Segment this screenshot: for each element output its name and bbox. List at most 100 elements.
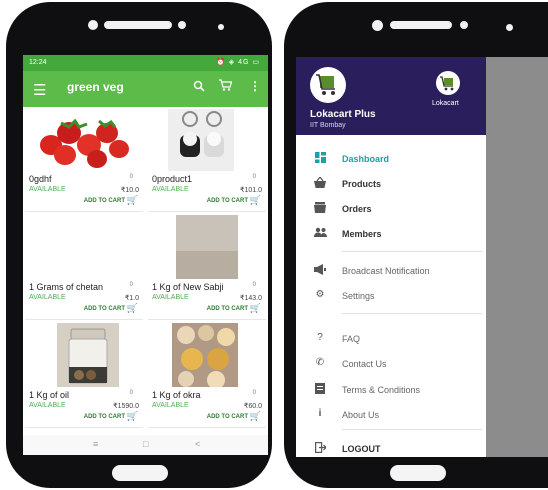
drawer-menu: Dashboard Products Orders Members Broadc… — [296, 135, 486, 457]
menu-icon[interactable]: ☰ — [33, 81, 46, 99]
oil-jar-image — [57, 323, 119, 387]
menu-label: Members — [342, 229, 382, 239]
product-price: ₹101.0 — [240, 187, 262, 194]
product-count: 0 — [252, 174, 256, 180]
org-avatar[interactable] — [310, 67, 346, 103]
product-price: ₹60.0 — [243, 403, 262, 410]
menu-label: Products — [342, 179, 382, 189]
product-price: ₹10.0 — [120, 187, 139, 194]
product-card[interactable]: 0product1 0 AVAILABLE ₹101.0 ADD TO CART… — [148, 107, 266, 212]
app-screen-drawer: Lokacart Lokacart Plus IIT Bombay Dashbo… — [296, 57, 548, 457]
org-name: Lokacart Plus — [310, 109, 376, 120]
menu-label: Contact Us — [342, 359, 387, 369]
recent-apps-button[interactable]: ≡ — [93, 439, 98, 449]
status-icons: ⏰ ◈ 4G ▭ — [216, 59, 260, 66]
drawer-scrim[interactable] — [486, 57, 548, 457]
org-subtitle: IIT Bombay — [310, 122, 346, 129]
menu-item-orders[interactable]: Orders — [296, 199, 486, 219]
more-options-icon[interactable]: ⋮ — [249, 79, 261, 93]
availability-label: AVAILABLE — [152, 402, 189, 409]
cart-logo-icon — [316, 74, 335, 95]
speaker-grille — [390, 21, 452, 29]
gear-icon: ⚙ — [315, 289, 325, 300]
add-to-cart-button[interactable]: ADD TO CART — [84, 198, 125, 204]
product-card[interactable]: 0gdhf 0 AVAILABLE ₹10.0 ADD TO CART 🛒 — [25, 107, 143, 212]
menu-item-contact[interactable]: ✆ Contact Us — [296, 354, 486, 374]
keychain-image — [168, 109, 234, 171]
camera-dot — [178, 21, 186, 29]
home-button[interactable] — [112, 465, 168, 481]
orders-icon — [314, 202, 326, 214]
add-cart-icon[interactable]: 🛒 — [127, 303, 138, 314]
cart-icon[interactable] — [219, 79, 233, 94]
basket-icon — [314, 176, 326, 189]
product-name: 1 Grams of chetan — [29, 282, 104, 292]
menu-divider — [342, 251, 482, 252]
speaker-grille — [104, 21, 172, 29]
add-to-cart-button[interactable]: ADD TO CART — [84, 306, 125, 312]
phone-left: 12:24 ⏰ ◈ 4G ▭ ☰ green veg ⋮ 0gdhf 0 AVA… — [6, 2, 272, 488]
alt-account-label: Lokacart — [432, 100, 459, 107]
document-icon — [314, 383, 326, 395]
menu-item-members[interactable]: Members — [296, 224, 486, 244]
menu-label: Settings — [342, 291, 375, 301]
menu-label: Terms & Conditions — [342, 385, 421, 395]
megaphone-icon — [314, 264, 326, 276]
menu-label: LOGOUT — [342, 444, 381, 454]
sensor-dot — [372, 20, 383, 31]
product-count: 0 — [129, 174, 133, 180]
menu-item-products[interactable]: Products — [296, 174, 486, 194]
menu-item-faq[interactable]: ? FAQ — [296, 329, 486, 349]
add-to-cart-button[interactable]: ADD TO CART — [207, 306, 248, 312]
menu-item-logout[interactable]: LOGOUT — [296, 439, 486, 457]
add-to-cart-button[interactable]: ADD TO CART — [207, 198, 248, 204]
add-to-cart-button[interactable]: ADD TO CART — [84, 414, 125, 420]
menu-item-settings[interactable]: ⚙ Settings — [296, 286, 486, 306]
product-card[interactable]: 1 Grams of chetan 0 AVAILABLE ₹1.0 ADD T… — [25, 215, 143, 320]
menu-item-about[interactable]: i About Us — [296, 405, 486, 425]
menu-item-dashboard[interactable]: Dashboard — [296, 149, 486, 169]
product-card[interactable]: 1 Kg of New Sabji 0 AVAILABLE ₹143.0 ADD… — [148, 215, 266, 320]
product-price: ₹143.0 — [240, 295, 262, 302]
menu-label: Broadcast Notification — [342, 266, 430, 276]
home-button[interactable] — [390, 465, 446, 481]
info-icon: i — [318, 408, 322, 419]
cart-logo-icon — [440, 76, 454, 91]
sensor-dot — [218, 24, 224, 30]
add-cart-icon[interactable]: 🛒 — [127, 411, 138, 422]
product-price: ₹1.0 — [124, 295, 139, 302]
menu-label: Dashboard — [342, 154, 390, 164]
product-name: 1 Kg of New Sabji — [152, 282, 224, 292]
availability-label: AVAILABLE — [29, 294, 66, 301]
menu-divider — [342, 429, 482, 430]
camera-dot — [460, 21, 468, 29]
product-count: 0 — [252, 390, 256, 396]
menu-item-broadcast[interactable]: Broadcast Notification — [296, 261, 486, 281]
add-cart-icon[interactable]: 🛒 — [250, 303, 261, 314]
product-name: 0gdhf — [29, 174, 52, 184]
members-icon — [314, 227, 327, 239]
back-button[interactable]: < — [195, 439, 200, 449]
add-to-cart-button[interactable]: ADD TO CART — [207, 414, 248, 420]
drawer-header: Lokacart Lokacart Plus IIT Bombay — [296, 57, 486, 135]
question-icon: ? — [317, 332, 323, 343]
add-cart-icon[interactable]: 🛒 — [127, 195, 138, 206]
product-card[interactable]: 1 Kg of oil 0 AVAILABLE ₹1590.0 ADD TO C… — [25, 323, 143, 428]
menu-item-terms[interactable]: Terms & Conditions — [296, 380, 486, 400]
app-bar: ☰ green veg ⋮ — [23, 71, 268, 107]
home-nav-button[interactable]: □ — [143, 439, 148, 449]
alt-account-avatar[interactable] — [436, 71, 460, 95]
add-cart-icon[interactable]: 🛒 — [250, 195, 261, 206]
availability-label: AVAILABLE — [152, 186, 189, 193]
product-card[interactable]: 1 Kg of okra 0 AVAILABLE ₹60.0 ADD TO CA… — [148, 323, 266, 428]
sabji-image — [176, 215, 238, 279]
strawberries-image — [40, 118, 129, 168]
menu-label: Orders — [342, 204, 372, 214]
search-icon[interactable] — [193, 80, 205, 95]
product-count: 0 — [129, 282, 133, 288]
product-name: 1 Kg of oil — [29, 390, 70, 400]
dashboard-icon — [314, 152, 326, 164]
okra-dish-image — [172, 323, 238, 387]
app-screen-catalog: 12:24 ⏰ ◈ 4G ▭ ☰ green veg ⋮ 0gdhf 0 AVA… — [23, 55, 268, 455]
add-cart-icon[interactable]: 🛒 — [250, 411, 261, 422]
